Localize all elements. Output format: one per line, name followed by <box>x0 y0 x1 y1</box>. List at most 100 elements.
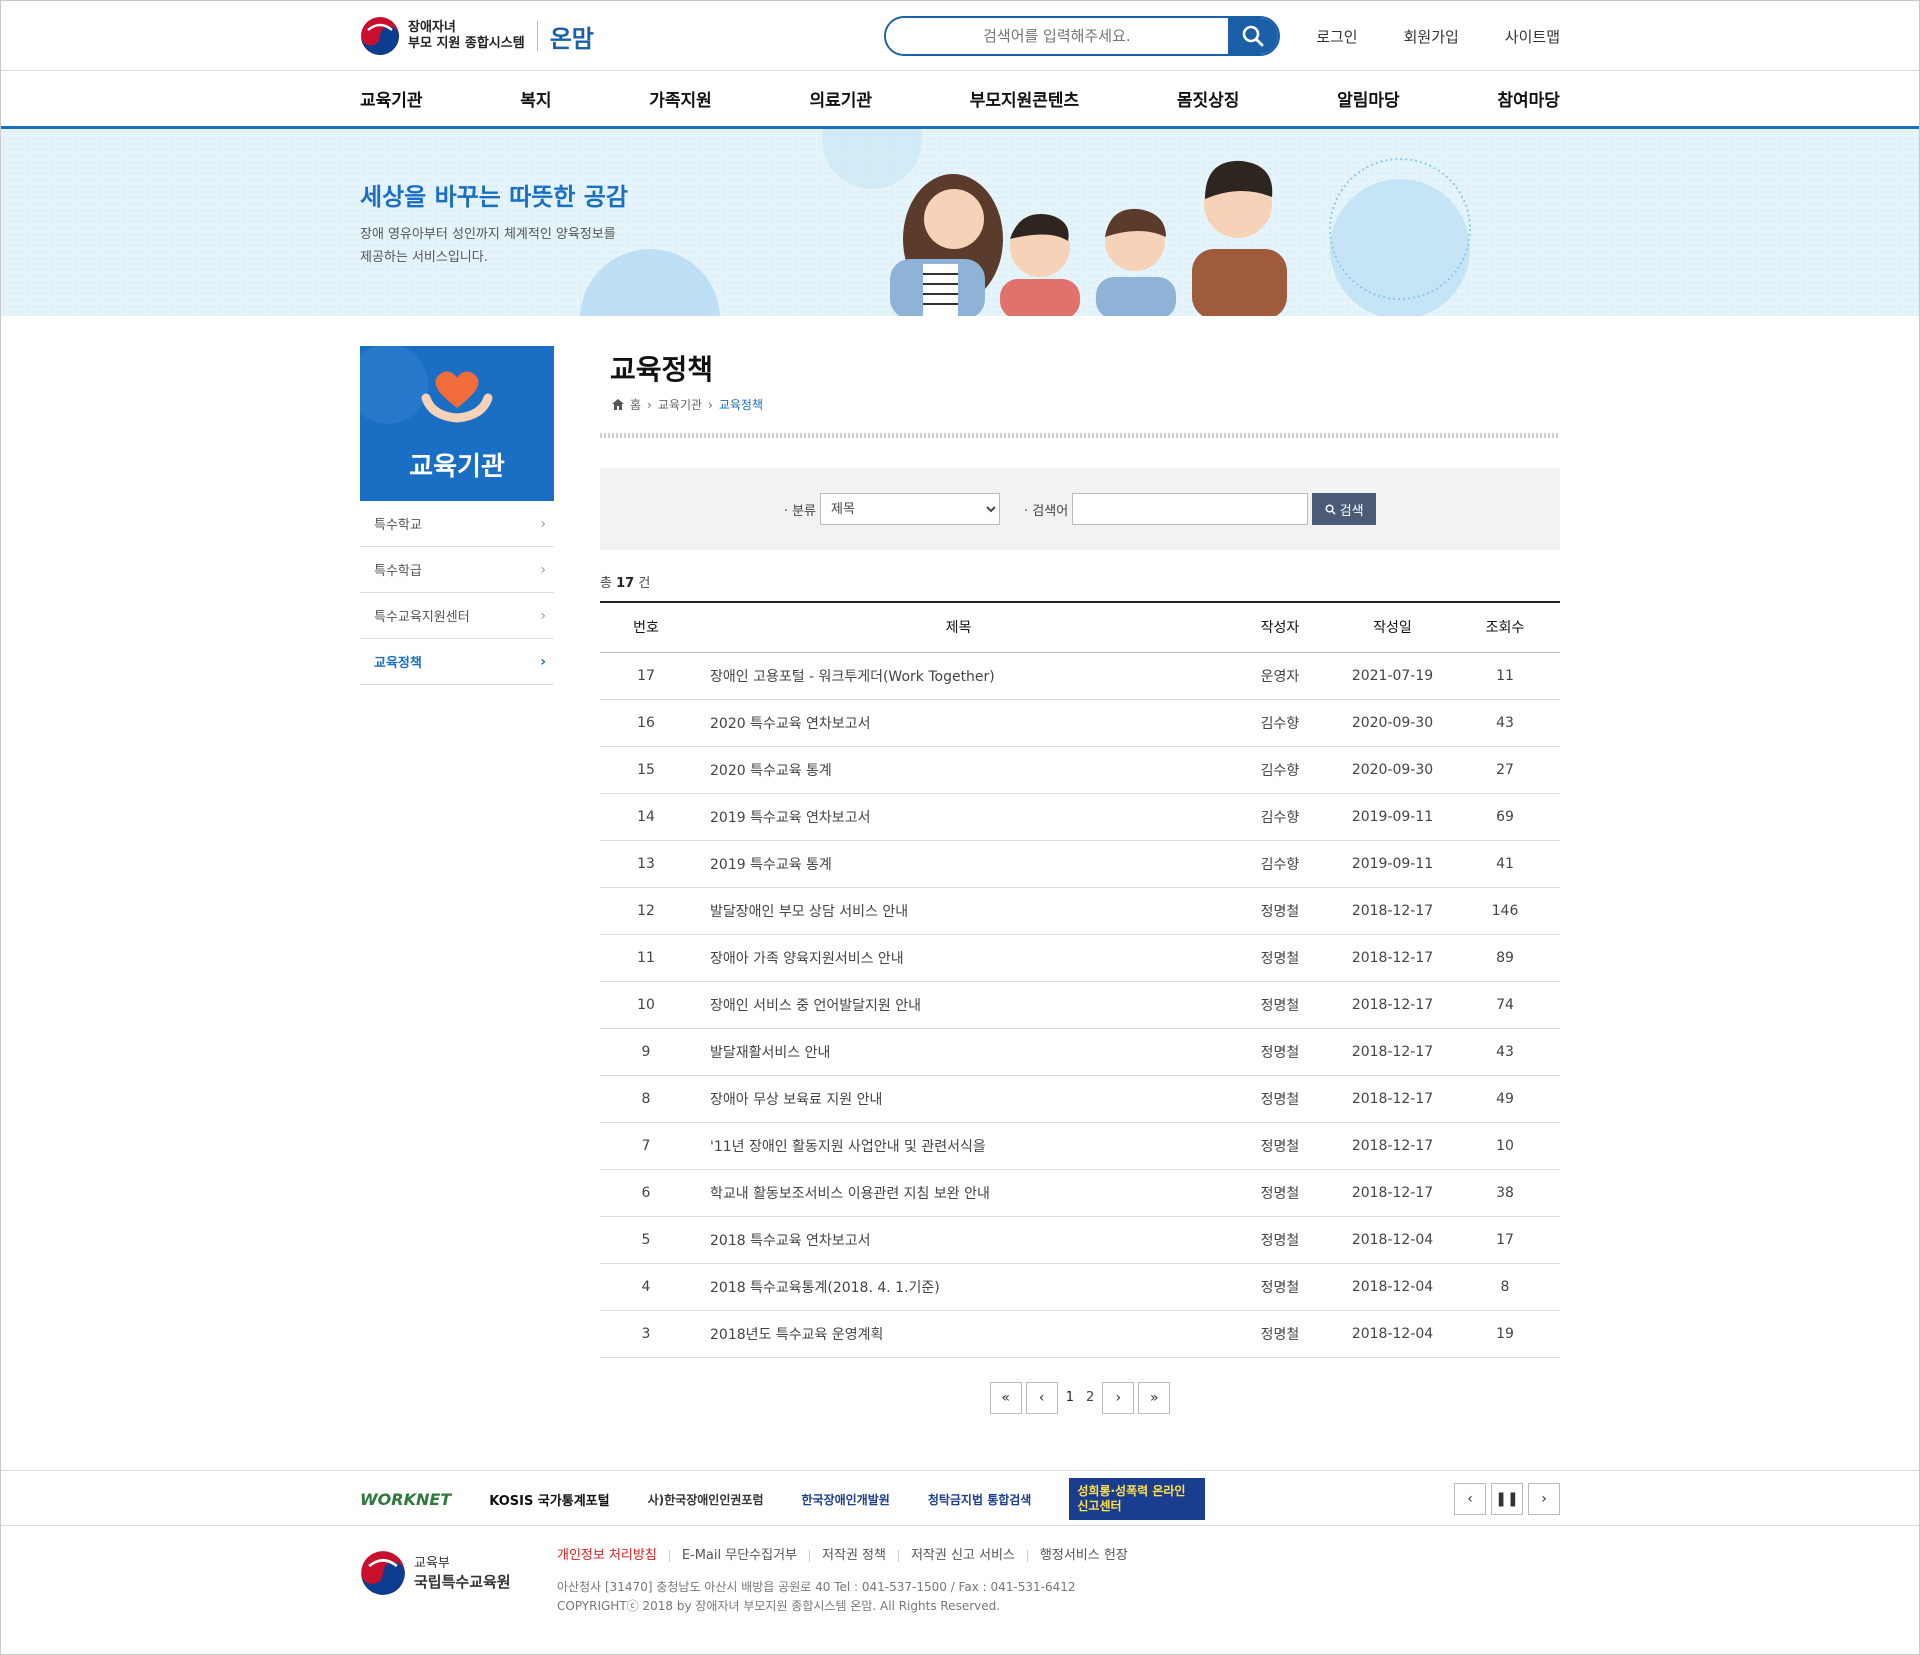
category-select[interactable]: 제목 <box>820 493 1001 525</box>
gnb-item-gesture[interactable]: 몸짓상징 <box>1177 86 1240 111</box>
row-author: 김수향 <box>1225 840 1335 888</box>
next-page-button[interactable]: › <box>1102 1381 1135 1414</box>
row-views: 17 <box>1450 1216 1560 1264</box>
table-row[interactable]: 15 2020 특수교육 통계 김수향 2020-09-30 27 <box>600 746 1560 794</box>
table-row[interactable]: 17 장애인 고용포털 - 워크투게더(Work Together) 운영자 2021… <box>600 652 1560 700</box>
table-row[interactable]: 11 장애아 가족 양육지원서비스 안내 정명철 2018-12-17 89 <box>600 934 1560 982</box>
partner-report-center[interactable]: 성희롱·성폭력 온라인 신고센터 <box>1069 1478 1206 1520</box>
prev-page-button[interactable]: ‹ <box>1025 1381 1058 1414</box>
row-title[interactable]: 학교내 활동보조서비스 이용관련 지침 보완 안내 <box>692 1169 1225 1217</box>
footer-link-email-refusal[interactable]: E-Mail 무단수집거부 <box>668 1549 809 1562</box>
row-number: 4 <box>600 1263 692 1311</box>
login-link[interactable]: 로그인 <box>1316 26 1357 47</box>
page-number-2[interactable]: 2 <box>1082 1390 1098 1405</box>
banner-prev-button[interactable]: ‹ <box>1454 1483 1486 1515</box>
row-title[interactable]: 2018 특수교육통계(2018. 4. 1.기준) <box>692 1263 1225 1311</box>
footer-link-privacy[interactable]: 개인정보 처리방침 <box>557 1549 669 1562</box>
table-row[interactable]: 10 장애인 서비스 중 언어발달지원 안내 정명철 2018-12-17 74 <box>600 981 1560 1029</box>
table-row[interactable]: 7'11년 장애인 활동지원 사업안내 및 관련서식을 정명철 2018-12-17… <box>600 1122 1560 1170</box>
signup-link[interactable]: 회원가입 <box>1404 26 1459 47</box>
global-search-button[interactable] <box>1227 18 1278 54</box>
footer-link-copyright-report[interactable]: 저작권 신고 서비스 <box>897 1549 1027 1562</box>
row-title[interactable]: 2020 특수교육 통계 <box>692 746 1225 794</box>
side-navigation: 교육기관 특수학교 › 특수학급 › 특수교육지원센터 › 교육정책 › <box>360 346 554 1414</box>
banner-pause-button[interactable]: ❚❚ <box>1491 1483 1523 1515</box>
row-number: 11 <box>600 934 692 982</box>
footer-link-service-charter[interactable]: 행정서비스 헌장 <box>1026 1549 1140 1562</box>
breadcrumb-home[interactable]: 홈 <box>630 396 641 413</box>
table-row[interactable]: 5 2018 특수교육 연차보고서 정명철 2018-12-04 17 <box>600 1216 1560 1264</box>
row-date: 2019-09-11 <box>1335 840 1450 888</box>
row-views: 41 <box>1450 840 1560 888</box>
logo-line-1: 장애자녀 <box>408 20 456 35</box>
gnb-item-contents[interactable]: 부모지원콘텐츠 <box>970 86 1079 111</box>
table-row[interactable]: 13 2019 특수교육 통계 김수향 2019-09-11 41 <box>600 840 1560 888</box>
row-title[interactable]: '11년 장애인 활동지원 사업안내 및 관련서식을 <box>692 1122 1225 1170</box>
gnb-item-welfare[interactable]: 복지 <box>520 86 551 111</box>
last-page-button[interactable]: » <box>1138 1381 1171 1414</box>
board-search-button[interactable]: 검색 <box>1312 493 1377 525</box>
table-row[interactable]: 3 2018년도 특수교육 운영계획 정명철 2018-12-04 19 <box>600 1310 1560 1358</box>
gnb-item-education[interactable]: 교육기관 <box>360 86 423 111</box>
keyword-input[interactable] <box>1072 493 1309 525</box>
table-row[interactable]: 12 발달장애인 부모 상담 서비스 안내 정명철 2018-12-17 146 <box>600 887 1560 935</box>
pause-icon: ❚❚ <box>1495 1491 1519 1507</box>
double-chevron-left-icon: « <box>1001 1389 1010 1406</box>
partner-anticorruption[interactable]: 청탁금지법 통합검색 <box>928 1491 1032 1508</box>
row-title[interactable]: 장애인 서비스 중 언어발달지원 안내 <box>692 981 1225 1029</box>
partner-disability-forum[interactable]: 사)한국장애인인권포럼 <box>648 1491 764 1508</box>
table-row[interactable]: 6 학교내 활동보조서비스 이용관련 지침 보완 안내 정명철 2018-12-17 3… <box>600 1169 1560 1217</box>
row-views: 43 <box>1450 1028 1560 1076</box>
table-row[interactable]: 8 장애아 무상 보육료 지원 안내 정명철 2018-12-17 49 <box>600 1075 1560 1123</box>
footer: 교육부 국립특수교육원 개인정보 처리방침 E-Mail 무단수집거부 저작권 … <box>1 1526 1919 1616</box>
side-item-special-class[interactable]: 특수학급 › <box>360 547 554 593</box>
gnb-item-medical[interactable]: 의료기관 <box>809 86 872 111</box>
row-title[interactable]: 장애아 무상 보육료 지원 안내 <box>692 1075 1225 1123</box>
row-date: 2019-09-11 <box>1335 793 1450 841</box>
site-logo[interactable]: 장애자녀 부모 지원 종합시스템 온맘 <box>360 16 594 56</box>
breadcrumb-level-1[interactable]: 교육기관 <box>658 396 702 413</box>
banner-next-button[interactable]: › <box>1528 1483 1560 1515</box>
global-search-input[interactable] <box>885 18 1228 54</box>
row-author: 김수향 <box>1225 793 1335 841</box>
chevron-right-icon: › <box>540 561 546 578</box>
chevron-right-icon: › <box>540 653 546 670</box>
row-title[interactable]: 장애인 고용포털 - 워크투게더(Work Together) <box>692 652 1225 700</box>
row-author: 운영자 <box>1225 652 1335 700</box>
first-page-button[interactable]: « <box>989 1381 1022 1414</box>
row-title[interactable]: 2019 특수교육 통계 <box>692 840 1225 888</box>
table-row[interactable]: 9 발달재활서비스 안내 정명철 2018-12-17 43 <box>600 1028 1560 1076</box>
page-number-1[interactable]: 1 <box>1062 1390 1078 1405</box>
footer-link-copyright-policy[interactable]: 저작권 정책 <box>809 1549 898 1562</box>
chevron-right-icon: › <box>540 515 546 532</box>
gnb-item-family[interactable]: 가족지원 <box>649 86 712 111</box>
row-views: 19 <box>1450 1310 1560 1358</box>
side-item-education-policy[interactable]: 교육정책 › <box>360 639 554 685</box>
breadcrumb-current[interactable]: 교육정책 <box>719 396 763 413</box>
row-views: 43 <box>1450 699 1560 747</box>
gnb-item-participate[interactable]: 참여마당 <box>1497 86 1560 111</box>
row-title[interactable]: 2019 특수교육 연차보고서 <box>692 793 1225 841</box>
top-header: 장애자녀 부모 지원 종합시스템 온맘 로그인 회원가입 사이트맵 <box>1 1 1919 71</box>
row-views: 10 <box>1450 1122 1560 1170</box>
partner-kosis[interactable]: KOSIS 국가통계포털 <box>489 1490 609 1509</box>
side-item-special-school[interactable]: 특수학교 › <box>360 501 554 547</box>
sitemap-link[interactable]: 사이트맵 <box>1505 26 1560 47</box>
table-row[interactable]: 4 2018 특수교육통계(2018. 4. 1.기준) 정명철 2018-12-04… <box>600 1263 1560 1311</box>
row-title[interactable]: 2018년도 특수교육 운영계획 <box>692 1310 1225 1358</box>
side-item-support-center[interactable]: 특수교육지원센터 › <box>360 593 554 639</box>
table-row[interactable]: 16 2020 특수교육 연차보고서 김수향 2020-09-30 43 <box>600 699 1560 747</box>
gnb-item-notice[interactable]: 알림마당 <box>1337 86 1400 111</box>
total-count: 총 17 건 <box>600 576 651 591</box>
row-title[interactable]: 2018 특수교육 연차보고서 <box>692 1216 1225 1264</box>
row-title[interactable]: 2020 특수교육 연차보고서 <box>692 699 1225 747</box>
row-title[interactable]: 발달장애인 부모 상담 서비스 안내 <box>692 887 1225 935</box>
table-row[interactable]: 14 2019 특수교육 연차보고서 김수향 2019-09-11 69 <box>600 793 1560 841</box>
row-author: 정명철 <box>1225 1216 1335 1264</box>
partner-koddi[interactable]: 한국장애인개발원 <box>801 1491 889 1508</box>
partner-worknet[interactable]: WORKNET <box>360 1490 451 1509</box>
keyword-label: · 검색어 <box>1024 503 1069 519</box>
row-title[interactable]: 발달재활서비스 안내 <box>692 1028 1225 1076</box>
banner-title: 세상을 바꾸는 따뜻한 공감 <box>360 183 628 211</box>
row-title[interactable]: 장애아 가족 양육지원서비스 안내 <box>692 934 1225 982</box>
